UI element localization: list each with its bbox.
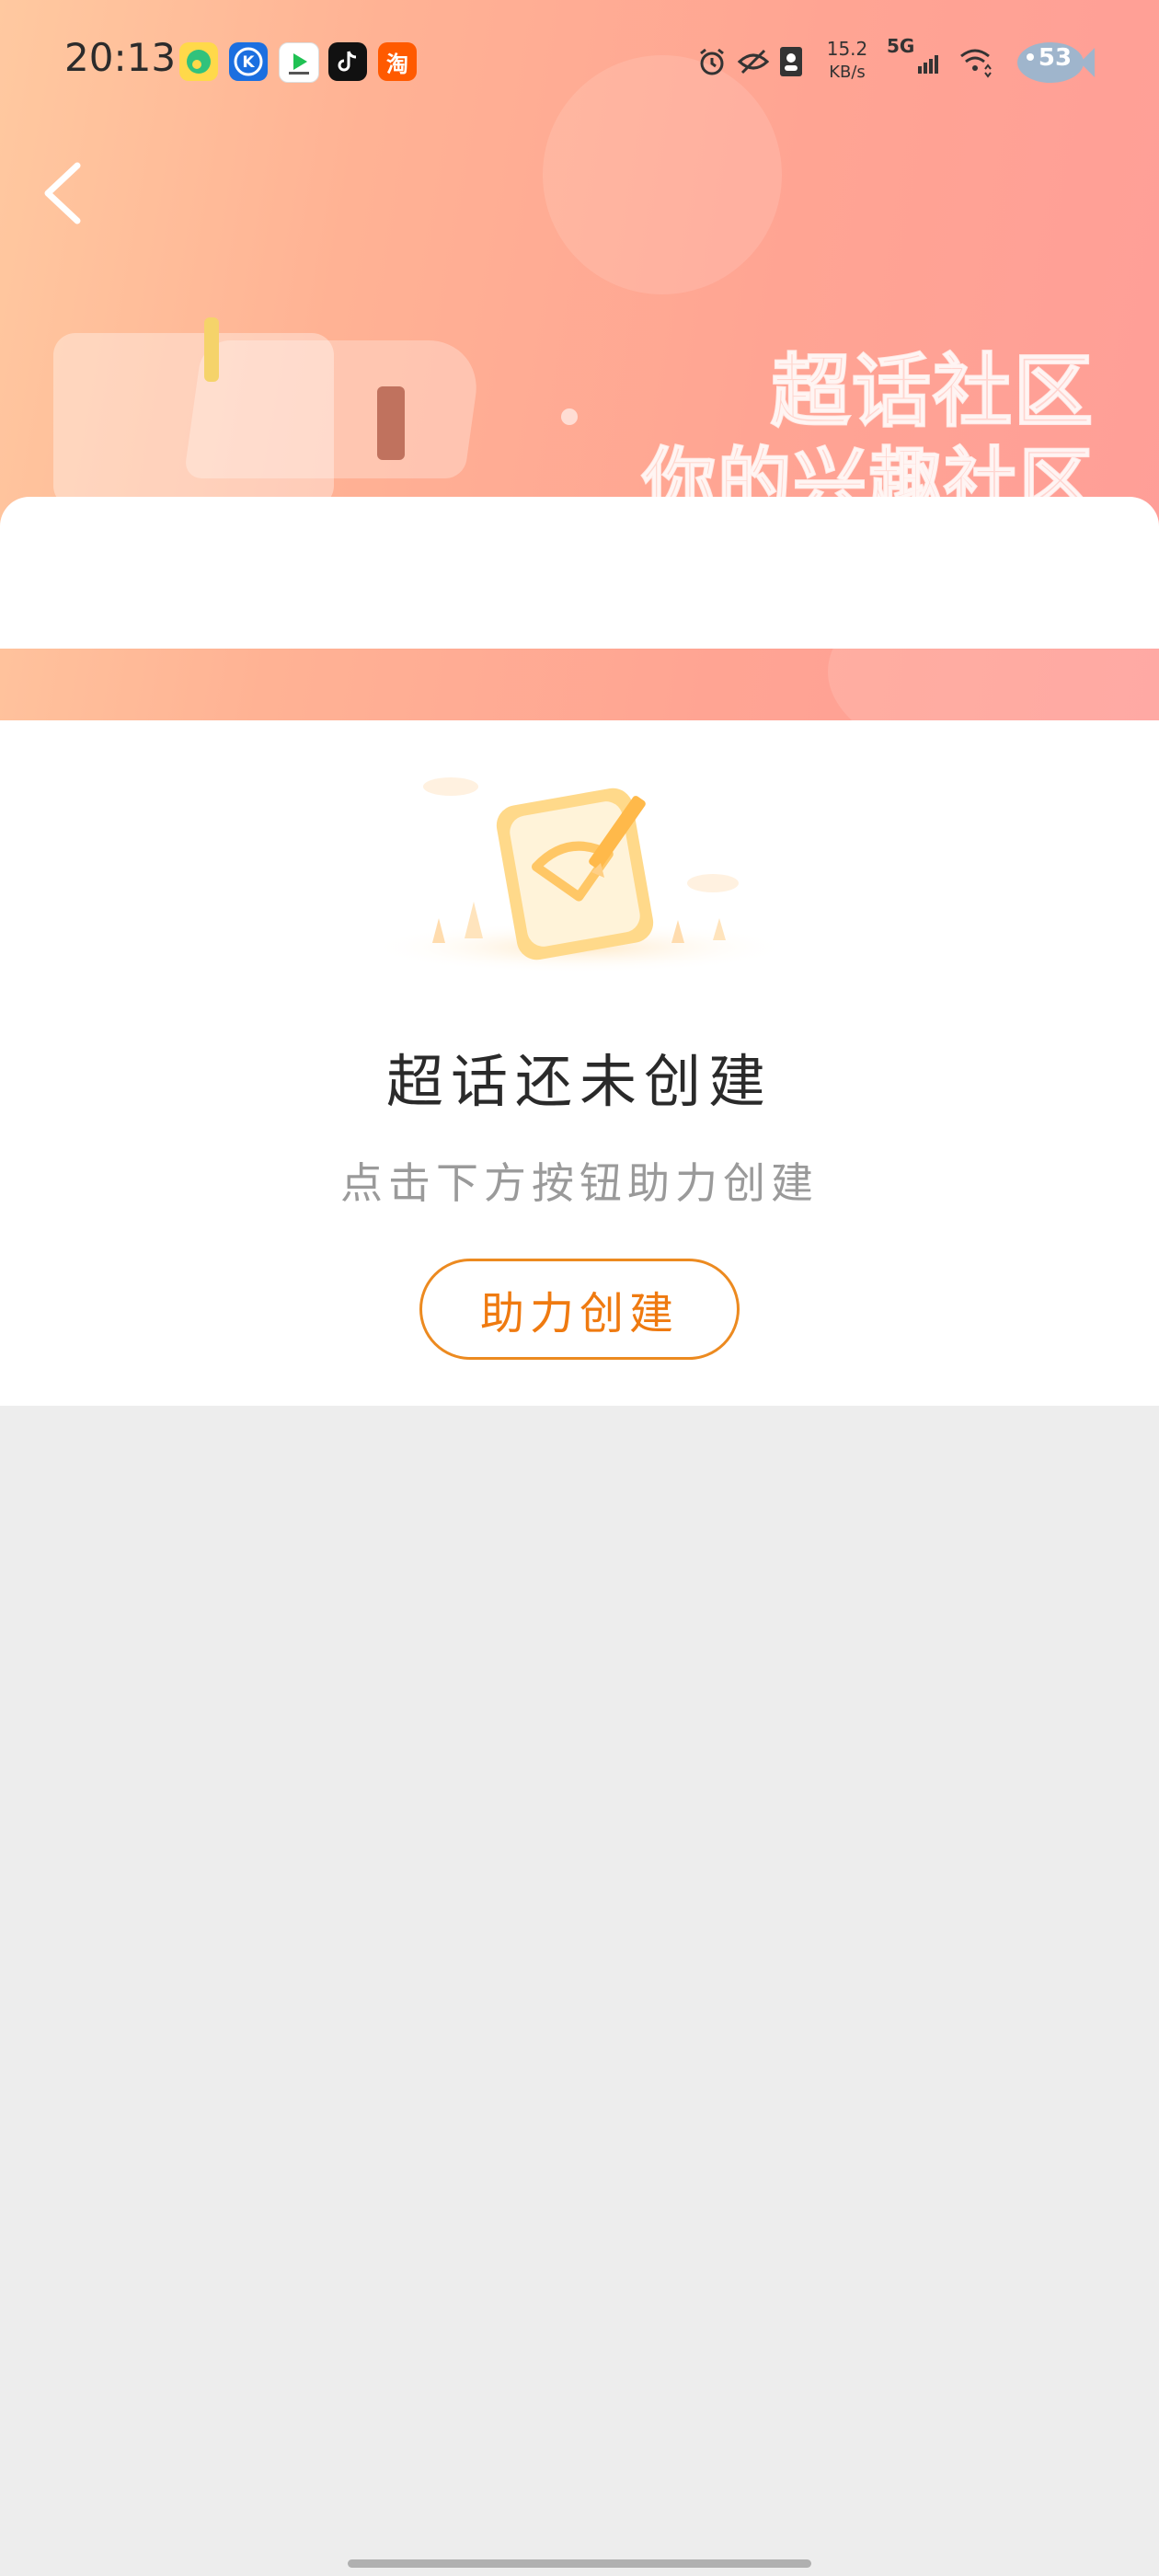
network-speed: 15.2 KB/s	[824, 37, 870, 85]
wifi-icon	[957, 44, 993, 79]
status-bar: 20:13 K 淘 15.2 KB/s 5G 53	[0, 0, 1159, 124]
signal-icon: 5G	[885, 35, 942, 74]
alarm-icon	[695, 44, 729, 79]
qq-music-icon	[179, 42, 218, 81]
battery-level: 53	[1038, 44, 1073, 72]
banner-person-figure	[204, 317, 219, 382]
chevron-left-icon	[44, 162, 81, 224]
empty-state-subtitle: 点击下方按钮助力创建	[340, 1158, 819, 1208]
tiktok-icon	[328, 42, 367, 81]
battery-indicator: 53	[1012, 37, 1095, 88]
banner-decor-block	[183, 340, 484, 478]
banner-person-figure	[377, 386, 405, 460]
iqiyi-icon	[279, 42, 319, 83]
network-speed-value: 15.2	[826, 38, 868, 60]
empty-state-title: 超话还未创建	[385, 1048, 773, 1115]
back-button[interactable]	[33, 156, 98, 230]
kugou-icon: K	[229, 42, 268, 81]
eye-comfort-icon	[736, 44, 771, 79]
svg-text:K: K	[242, 53, 255, 72]
help-create-button[interactable]: 助力创建	[419, 1259, 740, 1360]
banner-sparkle	[561, 408, 578, 425]
empty-state-illustration	[368, 777, 791, 973]
status-time: 20:13	[64, 35, 177, 80]
contact-card-icon	[776, 44, 806, 79]
home-indicator[interactable]	[348, 2559, 811, 2568]
taobao-icon-label: 淘	[386, 51, 408, 77]
network-speed-unit: KB/s	[829, 63, 866, 82]
taobao-icon: 淘	[378, 42, 417, 81]
header-card	[0, 497, 1159, 649]
